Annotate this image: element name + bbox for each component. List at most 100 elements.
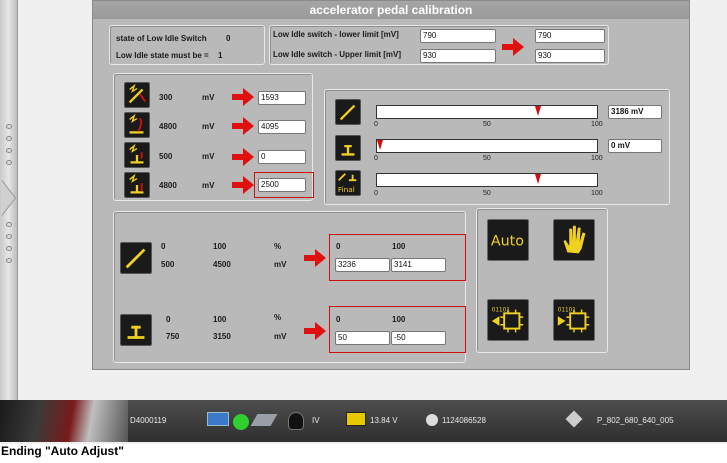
pedal-readout: 3186 mV [608,105,662,119]
right-arrow-icon [232,176,254,194]
param-unit: mV [202,181,215,190]
idle-state-box: state of Low Idle Switch 0 Low Idle stat… [109,25,265,65]
rail-tick [6,246,12,251]
slider-marker [534,106,541,116]
svg-text:01101: 01101 [492,307,511,313]
write-ecu-button[interactable]: 01101 [553,299,595,341]
mechanic-photo [0,400,128,442]
upper-limit-result[interactable]: 930 [535,49,605,63]
idle-state-value: 0 [226,34,231,43]
svg-text:Auto: Auto [491,234,524,250]
read-ecu-button[interactable]: 01101 [487,299,529,341]
rail-tick [6,222,12,227]
idle-switch-slider[interactable] [376,139,598,153]
calibration-box: 0 100 % 50 0 4500 mV 0 100 3236 3141 0 10… [113,211,466,363]
pedal-sensor1-low-icon[interactable] [124,82,150,108]
param-field[interactable]: 2500 [258,178,306,192]
calib-pct-unit: % [274,313,282,322]
interface-icon [250,414,278,426]
upper-limit-label: Low Idle switch - Upper limit [mV] [273,50,402,59]
calib-out-field[interactable]: -50 [391,331,446,345]
status-voltage: 13.84 V [370,416,398,425]
idle-limits-box: Low Idle switch - lower limit [mV] 790 L… [269,25,609,65]
calib-pct-min: 0 [161,242,166,251]
scale-mid: 50 [483,190,491,197]
auto-button[interactable]: Auto [487,219,529,261]
rail-tick [6,258,12,263]
computer-icon [207,412,229,426]
status-id: D4000119 [130,416,167,425]
rail-tick [6,160,12,165]
calib-mv-unit: mV [274,260,287,269]
lower-limit-result[interactable]: 790 [535,29,605,43]
scale-mid: 50 [483,155,491,162]
params-box: 300 mV 1593 4800 mV 4095 500 mV 0 4800 m… [113,73,314,201]
idle-switch-high-icon[interactable] [124,172,150,198]
calib-pct-max: 100 [213,242,227,251]
idle-state-label: state of Low Idle Switch [116,34,207,43]
app-window: accelerator pedal calibration state of L… [0,0,727,463]
param-value: 300 [159,93,173,102]
slider-marker [534,174,541,184]
pedal-calibration-icon[interactable] [120,242,152,274]
status-bar: D4000119 IV 13.84 V 1124086528 P_802_680… [0,400,727,442]
idle-readout: 0 mV [608,139,662,153]
expand-arrow-icon[interactable] [1,180,15,216]
param-unit: mV [202,122,215,131]
final-icon[interactable]: Final [335,170,361,196]
scale-max: 100 [591,121,603,128]
idle-switch-icon[interactable] [335,135,361,161]
status-message: Ending "Auto Adjust" [0,444,727,463]
calib-out-field[interactable]: 3236 [335,258,390,272]
pedal-position-slider[interactable] [376,105,598,119]
idle-must-label: Low Idle state must be = [116,51,209,60]
status-part: P_802_680_640_005 [597,416,674,425]
idle-calibration-icon[interactable] [120,314,152,346]
calib-mv-max: 3150 [213,332,231,341]
head-icon [288,412,304,430]
rail-tick [6,234,12,239]
scale-min: 0 [374,155,378,162]
pedal-position-icon[interactable] [335,99,361,125]
calib-out-head: 100 [392,315,406,324]
ignition-icon [426,414,438,426]
battery-icon [346,412,366,426]
param-value: 500 [159,152,173,161]
scale-max: 100 [591,190,603,197]
calib-out-head: 0 [336,242,341,251]
calib-mv-max: 4500 [213,260,231,269]
param-field[interactable]: 0 [258,150,306,164]
param-value: 4800 [159,122,177,131]
rail-tick [6,124,12,129]
upper-limit-field[interactable]: 930 [420,49,496,63]
calib-pct-min: 0 [166,315,171,324]
scale-min: 0 [374,121,378,128]
scale-mid: 50 [483,121,491,128]
scale-min: 0 [374,190,378,197]
calib-out-head: 0 [336,315,341,324]
pedal-sensor1-high-icon[interactable] [124,112,150,138]
manual-hand-button[interactable] [553,219,595,261]
right-arrow-icon [232,88,254,106]
idle-switch-low-icon[interactable] [124,142,150,168]
scale-max: 100 [591,155,603,162]
svg-text:Final: Final [338,185,355,194]
lower-limit-field[interactable]: 790 [420,29,496,43]
left-scroll-rail[interactable] [0,0,18,400]
param-unit: mV [202,93,215,102]
lower-limit-label: Low Idle switch - lower limit [mV] [273,30,399,39]
sliders-box: 0 50 100 3186 mV 0 50 100 0 mV Final 0 5… [324,89,670,205]
idle-must-value: 1 [218,51,223,60]
final-slider[interactable] [376,173,598,187]
param-field[interactable]: 4095 [258,120,306,134]
calib-out-field[interactable]: 3141 [391,258,446,272]
right-arrow-icon [502,38,524,56]
wrench-icon [565,410,583,428]
calib-out-field[interactable]: 50 [335,331,390,345]
param-value: 4800 [159,181,177,190]
calib-pct-max: 100 [213,315,227,324]
status-iv: IV [312,416,320,425]
param-field[interactable]: 1593 [258,91,306,105]
calib-mv-unit: mV [274,332,287,341]
status-serial: 1124086528 [442,416,486,425]
